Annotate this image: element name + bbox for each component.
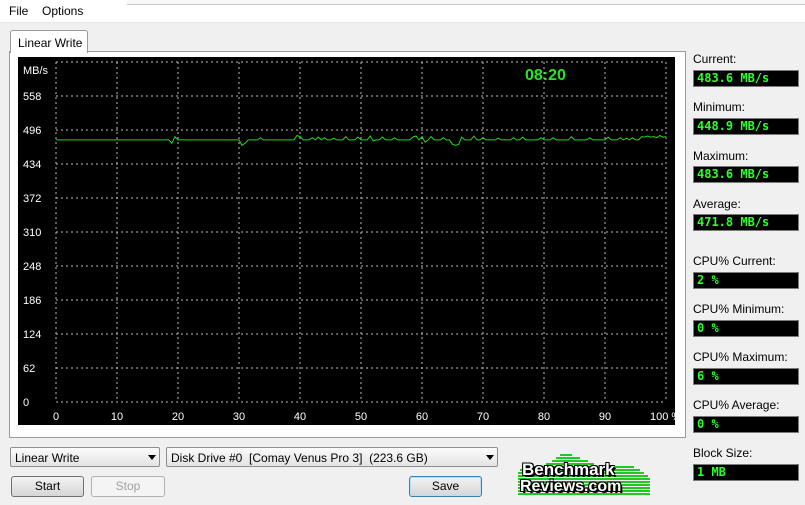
x-tick-label: 80 [538,411,550,423]
test-type-select[interactable]: Linear Write [10,447,160,467]
menu-options[interactable]: Options [42,4,83,18]
stat-current-label: Current: [693,52,737,66]
test-type-value: Linear Write [15,451,80,465]
y-tick-label: 124 [23,329,41,341]
x-tick-label: 20 [172,411,184,423]
stat-maximum-label: Maximum: [693,149,749,163]
stat-cpu-minimum-value: 0 % [693,320,799,337]
elapsed-time: 08:20 [525,67,566,84]
save-button[interactable]: Save [409,476,482,497]
chevron-down-icon [486,455,494,460]
stat-maximum-value: 483.6 MB/s [693,166,799,183]
x-tick-label: 100 % [650,411,675,423]
menu-bar: File Options [0,0,805,23]
menu-file[interactable]: File [9,4,28,18]
throughput-chart: 558 496 434 372 310 248 186 124 62 0 0 10 20 30 40 50 6… [18,57,675,425]
tab-label: Linear Write [18,36,83,50]
title-edge [127,0,805,5]
y-tick-label: 372 [23,193,41,205]
y-tick-label: 186 [23,295,41,307]
y-tick-label: 558 [23,91,41,103]
x-tick-label: 0 [53,411,59,423]
x-tick-label: 10 [111,411,123,423]
benchmark-reviews-logo: Benchmark Reviews.com [516,452,652,498]
x-tick-label: 70 [477,411,489,423]
stat-current-value: 483.6 MB/s [693,70,799,87]
y-tick-label: 434 [23,159,41,171]
x-tick-label: 30 [233,411,245,423]
stat-cpu-current-value: 2 % [693,272,799,289]
stat-block-size-value: 1 MB [693,464,799,481]
stat-minimum-label: Minimum: [693,100,746,114]
stat-cpu-average-label: CPU% Average: [693,398,780,412]
x-tick-label: 60 [416,411,428,423]
stat-average-value: 471.8 MB/s [693,214,799,231]
y-tick-label: 62 [23,363,35,375]
stat-cpu-maximum-value: 6 % [693,368,799,385]
stat-minimum-value: 448.9 MB/s [693,118,799,135]
start-button[interactable]: Start [11,476,84,497]
stat-cpu-minimum-label: CPU% Minimum: [693,302,785,316]
chevron-down-icon [148,455,156,460]
x-tick-label: 90 [599,411,611,423]
stat-block-size-label: Block Size: [693,446,753,460]
stat-cpu-current-label: CPU% Current: [693,254,776,268]
stat-cpu-maximum-label: CPU% Maximum: [693,350,788,364]
x-tick-label: 50 [355,411,367,423]
logo-text-reviews: Reviews.com [520,478,622,495]
y-tick-label: 248 [23,261,41,273]
stat-average-label: Average: [693,197,741,211]
y-tick-label: 310 [23,227,41,239]
drive-select[interactable]: Disk Drive #0 [Comay Venus Pro 3] (223.6… [166,447,498,467]
y-tick-label: 0 [23,397,29,409]
y-axis-unit: MB/s [23,65,49,77]
logo-text-benchmark: Benchmark [522,460,615,479]
x-tick-label: 40 [294,411,306,423]
y-tick-label: 496 [23,125,41,137]
tab-linear-write[interactable]: Linear Write [10,30,88,53]
stat-cpu-average-value: 0 % [693,416,799,433]
stop-button[interactable]: Stop [91,476,165,497]
drive-value: Disk Drive #0 [Comay Venus Pro 3] (223.6… [171,451,428,465]
